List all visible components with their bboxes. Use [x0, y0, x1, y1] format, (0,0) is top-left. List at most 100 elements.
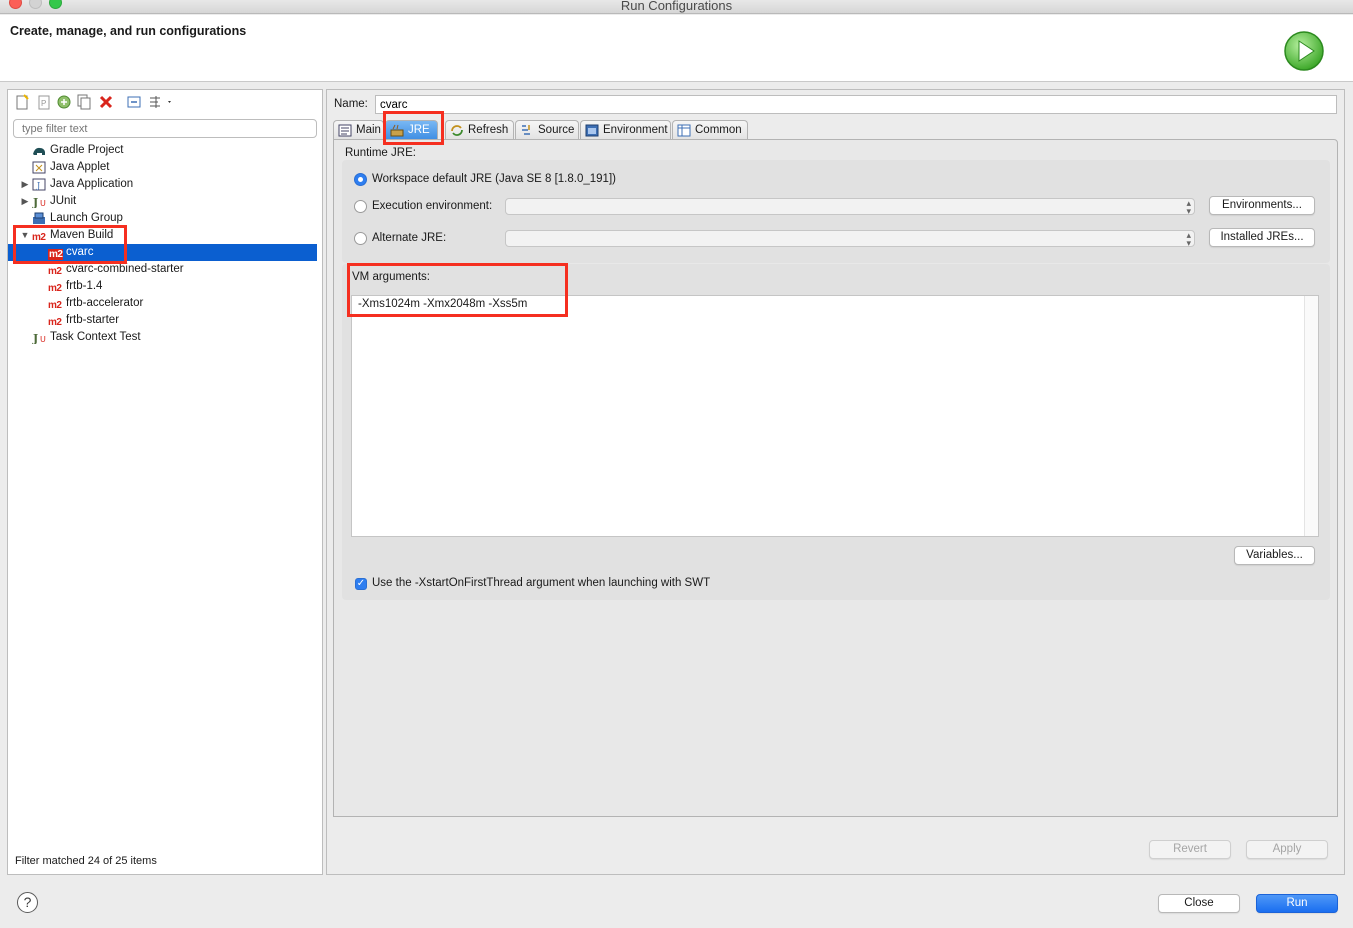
- tree-item-label: Maven Build: [50, 229, 114, 241]
- maven-icon: m2: [48, 300, 62, 311]
- tree-item[interactable]: m2 cvarc: [8, 244, 317, 261]
- maven-icon: m2: [48, 249, 64, 260]
- tree-item-label: Launch Group: [50, 212, 123, 224]
- svg-text:U: U: [40, 335, 46, 344]
- tree-item[interactable]: ▶ J Java Application: [8, 176, 317, 193]
- export-config-icon[interactable]: [56, 94, 72, 110]
- vm-arguments-label: VM arguments:: [352, 271, 430, 283]
- tree-item[interactable]: Launch Group: [8, 210, 317, 227]
- tab-common[interactable]: Common: [672, 120, 748, 140]
- svg-text:J: J: [36, 181, 40, 190]
- svg-text:J: J: [32, 196, 38, 208]
- apply-button[interactable]: Apply: [1246, 840, 1328, 859]
- runtime-jre-label: Runtime JRE:: [345, 147, 416, 159]
- help-icon[interactable]: ?: [17, 892, 38, 913]
- tree-item-label: cvarc-combined-starter: [66, 263, 184, 275]
- tab-jre[interactable]: JRE: [385, 120, 438, 140]
- installed-jres-button[interactable]: Installed JREs...: [1209, 228, 1315, 247]
- header-title: Create, manage, and run configurations: [10, 24, 247, 38]
- tree-item-label: Java Applet: [50, 161, 110, 173]
- vm-arguments-textarea[interactable]: -Xms1024m -Xmx2048m -Xss5m: [351, 295, 1319, 537]
- variables-button[interactable]: Variables...: [1234, 546, 1315, 565]
- new-config-icon[interactable]: [14, 94, 30, 110]
- tab-common-label: Common: [695, 124, 742, 136]
- close-button[interactable]: Close: [1158, 894, 1240, 913]
- environment-tab-icon: [585, 124, 599, 137]
- main-tab-icon: [338, 124, 352, 137]
- tab-refresh[interactable]: Refresh: [445, 120, 514, 140]
- swt-checkbox-label: Use the -XstartOnFirstThread argument wh…: [372, 577, 711, 589]
- tab-environment-label: Environment: [603, 124, 668, 136]
- tree-item[interactable]: m2 cvarc-combined-starter: [8, 261, 317, 278]
- svg-text:J: J: [32, 332, 38, 344]
- tree-item-label: Task Context Test: [50, 331, 141, 343]
- java-application-icon: J: [32, 178, 46, 191]
- window-titlebar: Run Configurations: [0, 0, 1353, 14]
- tree-item-label: cvarc: [66, 246, 94, 258]
- vm-arguments-value: -Xms1024m -Xmx2048m -Xss5m: [358, 298, 528, 310]
- tree-item[interactable]: ▼ m2 Maven Build: [8, 227, 317, 244]
- tree-item[interactable]: Java Applet: [8, 159, 317, 176]
- tree-item[interactable]: Gradle Project: [8, 142, 317, 159]
- configuration-list-panel: P Gradle ProjectJava Applet▶JJava Applic…: [7, 89, 323, 875]
- junit-icon: JU: [32, 195, 46, 209]
- duplicate-config-icon[interactable]: [76, 94, 92, 110]
- maven-icon: m2: [32, 232, 46, 243]
- revert-button[interactable]: Revert: [1149, 840, 1231, 859]
- environments-button[interactable]: Environments...: [1209, 196, 1315, 215]
- window-title: Run Configurations: [620, 0, 733, 13]
- tab-refresh-label: Refresh: [468, 124, 509, 136]
- alternate-jre-label: Alternate JRE:: [372, 232, 447, 244]
- workspace-default-label: Workspace default JRE (Java SE 8 [1.8.0_…: [372, 173, 616, 185]
- tree-item-label: Java Application: [50, 178, 134, 190]
- tree-item[interactable]: ▶ J U JUnit: [8, 193, 317, 210]
- execution-environment-label: Execution environment:: [372, 200, 493, 212]
- run-banner-icon: [1284, 31, 1324, 71]
- gradle-icon: [32, 144, 46, 157]
- runtime-jre-group: Workspace default JRE (Java SE 8 [1.8.0_…: [342, 160, 1330, 263]
- tab-main[interactable]: Main: [333, 120, 384, 140]
- launch-group-icon: [32, 212, 46, 225]
- tree-item[interactable]: m2 frtb-starter: [8, 312, 317, 329]
- collapse-all-icon[interactable]: [126, 94, 142, 110]
- tree-item[interactable]: m2 frtb-1.4: [8, 278, 317, 295]
- disclosure-collapsed-icon[interactable]: ▶: [20, 193, 30, 210]
- filter-menu-icon[interactable]: [148, 94, 174, 110]
- filter-status: Filter matched 24 of 25 items: [15, 855, 157, 867]
- filter-input[interactable]: [13, 119, 317, 138]
- combo-arrows-icon: ▴ ▾: [1186, 198, 1191, 216]
- vm-arguments-scrollbar[interactable]: [1304, 296, 1318, 536]
- source-tab-icon: [522, 125, 530, 135]
- tab-source[interactable]: Source: [515, 120, 579, 140]
- tree-item[interactable]: J U Task Context Test: [8, 329, 317, 346]
- delete-config-icon[interactable]: [98, 94, 114, 110]
- tab-source-label: Source: [538, 124, 575, 136]
- workspace-default-radio[interactable]: [354, 173, 367, 186]
- execution-environment-select[interactable]: ▴ ▾: [505, 198, 1195, 216]
- run-button[interactable]: Run: [1256, 894, 1338, 913]
- name-input[interactable]: [375, 95, 1337, 114]
- task-context-test-icon: JU: [32, 331, 46, 345]
- refresh-tab-icon: [451, 125, 463, 136]
- svg-text:U: U: [40, 199, 46, 208]
- execution-environment-radio[interactable]: [354, 200, 367, 213]
- alternate-jre-select[interactable]: ▴ ▾: [505, 230, 1195, 248]
- tree-item-label: frtb-starter: [66, 314, 120, 326]
- java-applet-icon: [32, 161, 46, 174]
- tree-item-label: Gradle Project: [50, 144, 124, 156]
- alternate-jre-radio[interactable]: [354, 232, 367, 245]
- tree-item-label: JUnit: [50, 195, 77, 207]
- disclosure-expanded-icon[interactable]: ▼: [20, 227, 30, 244]
- tab-environment[interactable]: Environment: [580, 120, 671, 140]
- tree-item-label: frtb-1.4: [66, 280, 103, 292]
- maven-icon: m2: [48, 317, 62, 328]
- combo-arrows-icon: ▴ ▾: [1186, 230, 1191, 248]
- common-tab-icon: [677, 124, 691, 137]
- configuration-editor-panel: Name: Main JRE Refresh Source Environmen…: [326, 89, 1345, 875]
- disclosure-collapsed-icon[interactable]: ▶: [20, 176, 30, 193]
- tree-item[interactable]: m2 frtb-accelerator: [8, 295, 317, 312]
- new-prototype-icon[interactable]: P: [36, 94, 52, 110]
- maven-icon: m2: [48, 266, 62, 277]
- maven-icon: m2: [48, 283, 62, 294]
- swt-checkbox[interactable]: ✓: [355, 578, 367, 590]
